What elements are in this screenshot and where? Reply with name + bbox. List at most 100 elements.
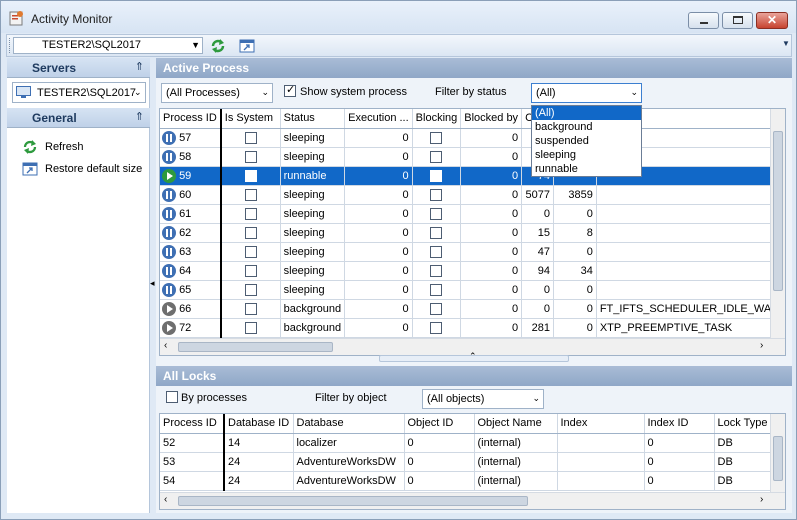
- column-header[interactable]: Is System: [219, 109, 281, 129]
- process-filter-select[interactable]: (All Processes) ⌄: [161, 83, 273, 103]
- column-header[interactable]: Object ID: [404, 414, 475, 434]
- is-system-checkbox[interactable]: [244, 131, 257, 144]
- process-row[interactable]: 62 sleeping 0 0 15 8: [160, 223, 785, 243]
- server-dropdown[interactable]: TESTER2\SQL2017 ⌄: [12, 82, 146, 103]
- refresh-icon[interactable]: [209, 37, 227, 55]
- blocked-by-cell: 0: [460, 185, 523, 205]
- blocking-checkbox[interactable]: [430, 283, 443, 296]
- general-group-header[interactable]: General ⇑: [7, 108, 150, 128]
- blocking-checkbox[interactable]: [430, 245, 443, 258]
- is-system-checkbox[interactable]: [244, 169, 257, 182]
- scroll-thumb[interactable]: [178, 496, 528, 506]
- blocking-checkbox[interactable]: [430, 226, 443, 239]
- status-option[interactable]: suspended: [532, 134, 641, 148]
- scroll-right-icon[interactable]: ›: [760, 494, 763, 505]
- column-header[interactable]: Database: [293, 414, 405, 434]
- process-row[interactable]: 60 sleeping 0 0 5077 3859: [160, 185, 785, 205]
- process-row[interactable]: 64 sleeping 0 0 94 34: [160, 261, 785, 281]
- blocking-checkbox[interactable]: [430, 264, 443, 277]
- blocking-checkbox[interactable]: [430, 150, 443, 163]
- blocking-checkbox[interactable]: [430, 302, 443, 315]
- cpu-cell: 47: [521, 242, 554, 262]
- column-header[interactable]: Object Name: [474, 414, 558, 434]
- process-id-cell: 60: [160, 185, 222, 205]
- show-system-label[interactable]: Show system process: [300, 86, 407, 98]
- maximize-button[interactable]: [722, 12, 753, 29]
- scroll-right-icon[interactable]: ›: [760, 340, 763, 351]
- toolbar-overflow-icon[interactable]: ▼: [782, 39, 790, 48]
- collapse-left-icon[interactable]: ◂: [150, 278, 155, 289]
- is-system-checkbox[interactable]: [244, 188, 257, 201]
- blocking-checkbox[interactable]: [430, 188, 443, 201]
- lock-row[interactable]: 53 24 AdventureWorksDW 0 (internal) 0 DB: [160, 452, 772, 472]
- by-processes-label[interactable]: By processes: [181, 392, 247, 404]
- status-option[interactable]: runnable: [532, 162, 641, 176]
- servers-group-header[interactable]: Servers ⇑: [7, 58, 150, 78]
- column-header[interactable]: Index ID: [644, 414, 715, 434]
- blocking-checkbox[interactable]: [430, 321, 443, 334]
- is-system-checkbox[interactable]: [244, 264, 257, 277]
- process-vertical-scrollbar[interactable]: [770, 109, 785, 338]
- scroll-thumb[interactable]: [773, 436, 783, 481]
- collapse-icon[interactable]: ⇑: [135, 60, 144, 73]
- memory-cell: 0: [553, 299, 597, 319]
- process-row[interactable]: 65 sleeping 0 0 0 0: [160, 280, 785, 300]
- process-row[interactable]: 66 background 0 0 0 0 FT_IFTS_SCHEDULER_IDLE_W…: [160, 299, 785, 319]
- by-processes-checkbox[interactable]: [166, 391, 178, 403]
- column-header[interactable]: Status: [280, 109, 346, 129]
- title-bar[interactable]: Activity Monitor ✕: [1, 1, 796, 33]
- sidebar-item-refresh[interactable]: Refresh: [21, 138, 146, 156]
- sidebar-item-restore-size[interactable]: Restore default size: [21, 160, 150, 178]
- wait-type-cell: FT_IFTS_SCHEDULER_IDLE_WAIT: [596, 299, 785, 319]
- locks-horizontal-scrollbar[interactable]: ‹ ›: [160, 492, 785, 509]
- server-select[interactable]: TESTER2\SQL2017 ▼: [13, 37, 203, 54]
- close-button[interactable]: ✕: [756, 12, 788, 29]
- collapse-up-icon[interactable]: ⌃: [469, 351, 477, 362]
- locks-vertical-scrollbar[interactable]: [770, 414, 785, 492]
- blocking-checkbox[interactable]: [430, 131, 443, 144]
- restore-size-icon[interactable]: [239, 38, 255, 54]
- scroll-thumb[interactable]: [178, 342, 333, 352]
- column-header[interactable]: Lock Type: [714, 414, 772, 434]
- cpu-cell: 0: [521, 204, 554, 224]
- is-system-checkbox[interactable]: [244, 245, 257, 258]
- process-row[interactable]: 72 background 0 0 281 0 XTP_PREEMPTIVE_TASK: [160, 318, 785, 338]
- status-cell: sleeping: [280, 261, 346, 281]
- is-system-checkbox[interactable]: [244, 226, 257, 239]
- column-header[interactable]: Index: [557, 414, 645, 434]
- status-option[interactable]: (All): [532, 106, 641, 120]
- minimize-button[interactable]: [688, 12, 719, 29]
- scroll-left-icon[interactable]: ‹: [164, 494, 167, 505]
- process-row[interactable]: 57sleeping002: [160, 128, 785, 148]
- scroll-left-icon[interactable]: ‹: [164, 340, 167, 351]
- blocking-checkbox[interactable]: [430, 169, 443, 182]
- is-system-checkbox[interactable]: [244, 150, 257, 163]
- status-option[interactable]: sleeping: [532, 148, 641, 162]
- scroll-thumb[interactable]: [773, 131, 783, 291]
- process-row[interactable]: 59runnable0074: [160, 166, 785, 186]
- toolbar-grip[interactable]: [9, 38, 11, 53]
- is-system-checkbox[interactable]: [244, 302, 257, 315]
- close-icon: ✕: [767, 13, 778, 27]
- column-header[interactable]: Database ID: [223, 414, 294, 434]
- process-row[interactable]: 58 sleeping 0 0: [160, 147, 785, 167]
- object-filter-select[interactable]: (All objects) ⌄: [422, 389, 544, 409]
- blocking-checkbox[interactable]: [430, 207, 443, 220]
- status-option[interactable]: background: [532, 120, 641, 134]
- is-system-checkbox[interactable]: [244, 207, 257, 220]
- column-header[interactable]: Process ID: [160, 109, 222, 129]
- lock-row[interactable]: 52 14 localizer 0 (internal) 0 DB: [160, 433, 772, 453]
- is-system-checkbox[interactable]: [244, 283, 257, 296]
- show-system-checkbox[interactable]: ✓: [284, 84, 296, 97]
- column-header[interactable]: Blocking: [412, 109, 462, 129]
- collapse-icon[interactable]: ⇑: [135, 110, 144, 123]
- column-header[interactable]: Blocked by: [460, 109, 523, 129]
- horizontal-splitter[interactable]: ⌃: [379, 351, 569, 362]
- lock-row[interactable]: 54 24 AdventureWorksDW 0 (internal) 0 DB: [160, 471, 772, 491]
- status-filter-select[interactable]: (All) ⌄: [531, 83, 642, 103]
- process-row[interactable]: 63 sleeping 0 0 47 0: [160, 242, 785, 262]
- column-header[interactable]: Execution ...: [344, 109, 413, 129]
- is-system-checkbox[interactable]: [244, 321, 257, 334]
- process-row[interactable]: 61 sleeping 0 0 0 0: [160, 204, 785, 224]
- column-header[interactable]: Process ID: [160, 414, 225, 434]
